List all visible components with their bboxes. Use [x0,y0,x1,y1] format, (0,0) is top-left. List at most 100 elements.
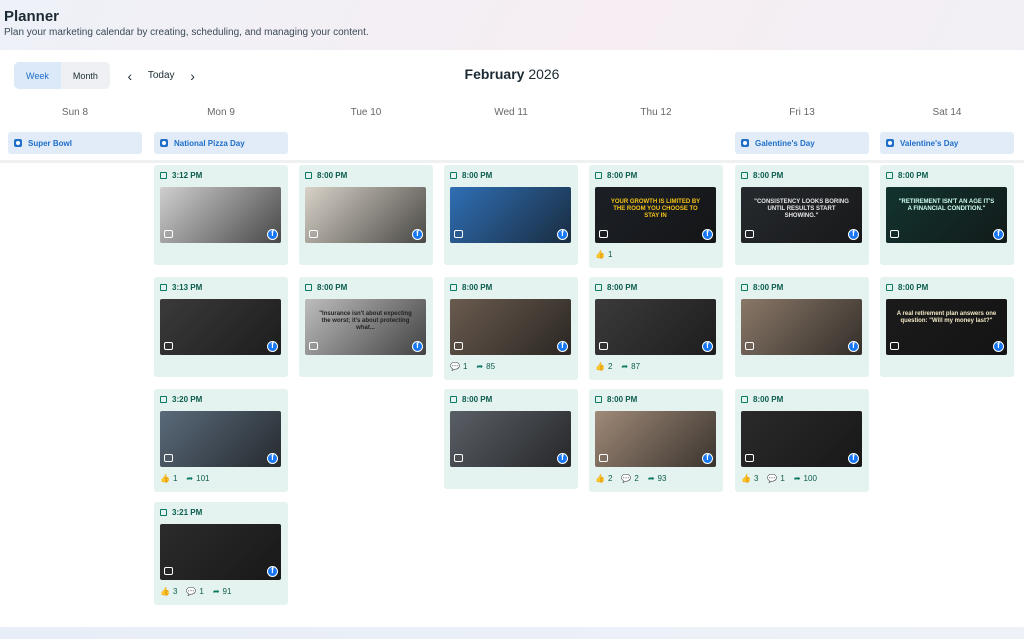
scheduled-post-card[interactable]: 8:00 PM f [299,165,433,265]
stat-value: 101 [196,474,210,483]
scheduled-post-card[interactable]: 8:00 PM "Insurance isn't about expecting … [299,277,433,377]
scheduled-post-card[interactable]: 8:00 PM f [735,277,869,377]
post-type-icon [160,509,167,516]
day-header-4: Thu 12 [640,107,672,118]
stat-shares: ➦ 91 [213,587,232,596]
post-time-label: 3:20 PM [172,395,203,404]
post-stats: 👍 2 ➦ 87 [595,362,649,371]
holiday-event[interactable]: Galentine's Day [735,132,869,154]
carousel-icon [599,230,608,238]
day-header-3: Wed 11 [494,107,528,118]
chevron-right-icon[interactable]: › [183,68,203,84]
facebook-icon: f [557,453,568,464]
holiday-event-label: National Pizza Day [174,138,245,148]
post-thumbnail[interactable]: f [160,299,281,355]
page-title: Planner [4,8,60,25]
scheduled-post-card[interactable]: 8:00 PM f 👍 3 💬 1 ➦ 100 [735,389,869,492]
scheduled-post-card[interactable]: 3:13 PM f [154,277,288,377]
stat-value: 1 [199,587,204,596]
stat-comments: 💬 1 [186,587,203,596]
share-icon: ➦ [621,362,629,371]
scheduled-post-card[interactable]: 8:00 PM f 💬 1 ➦ 85 [444,277,578,380]
post-thumbnail[interactable]: f [160,524,281,580]
post-thumbnail[interactable]: "RETIREMENT ISN'T AN AGE IT'S A FINANCIA… [886,187,1007,243]
post-thumbnail[interactable]: f [160,187,281,243]
stat-shares: ➦ 100 [794,474,817,483]
stat-value: 91 [222,587,232,596]
holiday-event[interactable]: Valentine's Day [880,132,1014,154]
scheduled-post-card[interactable]: 3:20 PM f 👍 1 ➦ 101 [154,389,288,492]
post-time-label: 8:00 PM [317,171,348,180]
post-thumbnail[interactable]: f [305,187,426,243]
post-stats: 👍 3 💬 1 ➦ 91 [160,587,240,596]
post-time: 8:00 PM [305,283,347,292]
facebook-icon: f [702,341,713,352]
share-icon: ➦ [793,474,801,483]
holiday-event[interactable]: Super Bowl [8,132,142,154]
stat-likes: 👍 1 [595,250,612,259]
post-type-icon [160,284,167,291]
facebook-icon: f [702,453,713,464]
post-time: 8:00 PM [886,171,928,180]
post-thumbnail[interactable]: "CONSISTENCY LOOKS BORING UNTIL RESULTS … [741,187,862,243]
scheduled-post-card[interactable]: 3:12 PM f [154,165,288,265]
like-icon: 👍 [741,474,751,483]
day-header-0: Sun 8 [61,107,89,118]
post-thumbnail[interactable]: f [741,299,862,355]
post-thumbnail[interactable]: f [450,411,571,467]
month-view-button[interactable]: Month [61,62,110,89]
like-icon: 👍 [595,362,605,371]
post-time: 8:00 PM [450,395,492,404]
day-header-5: Fri 13 [789,107,815,118]
post-thumbnail[interactable]: YOUR GROWTH IS LIMITED BY THE ROOM YOU C… [595,187,716,243]
carousel-icon [164,230,173,238]
facebook-icon: f [267,341,278,352]
reel-icon [454,342,463,350]
holiday-event-label: Valentine's Day [900,138,959,148]
post-thumbnail[interactable]: f [741,411,862,467]
post-thumbnail[interactable]: f [450,187,571,243]
chevron-left-icon[interactable]: ‹ [120,68,140,84]
post-stats: 👍 1 [595,250,621,259]
carousel-icon [745,342,754,350]
calendar-panel: February 2026 Week Month ‹ Today › Sun 8… [0,50,1024,627]
scheduled-post-card[interactable]: 8:00 PM f 👍 2 ➦ 87 [589,277,723,380]
post-thumbnail[interactable]: "Insurance isn't about expecting the wor… [305,299,426,355]
post-thumbnail[interactable]: f [450,299,571,355]
holiday-event[interactable]: National Pizza Day [154,132,288,154]
post-stats: 👍 2 💬 2 ➦ 93 [595,474,675,483]
post-thumbnail[interactable]: f [160,411,281,467]
facebook-icon: f [848,229,859,240]
facebook-icon: f [412,229,423,240]
stat-shares: ➦ 85 [476,362,495,371]
post-thumbnail[interactable]: f [595,411,716,467]
post-type-icon [595,172,602,179]
calendar-event-icon [886,139,894,147]
bottom-edge [0,627,1024,639]
post-type-icon [160,396,167,403]
week-view-button[interactable]: Week [14,62,61,89]
stat-value: 2 [607,362,613,371]
post-time-label: 8:00 PM [753,395,784,404]
scheduled-post-card[interactable]: 8:00 PM "RETIREMENT ISN'T AN AGE IT'S A F… [880,165,1014,265]
post-thumbnail[interactable]: f [595,299,716,355]
holiday-event-label: Super Bowl [28,138,73,148]
post-thumbnail[interactable]: A real retirement plan answers one quest… [886,299,1007,355]
scheduled-post-card[interactable]: 3:21 PM f 👍 3 💬 1 ➦ 91 [154,502,288,605]
like-icon: 👍 [160,587,170,596]
scheduled-post-card[interactable]: 8:00 PM f [444,165,578,265]
post-time-label: 8:00 PM [898,171,929,180]
carousel-icon [890,230,899,238]
today-button[interactable]: Today [148,70,175,81]
post-time-label: 3:12 PM [172,171,203,180]
scheduled-post-card[interactable]: 8:00 PM f 👍 2 💬 2 ➦ 93 [589,389,723,492]
scheduled-post-card[interactable]: 8:00 PM f [444,389,578,489]
scheduled-post-card[interactable]: 8:00 PM YOUR GROWTH IS LIMITED BY THE ROO… [589,165,723,268]
scheduled-post-card[interactable]: 8:00 PM "CONSISTENCY LOOKS BORING UNTIL R… [735,165,869,265]
post-time-label: 8:00 PM [462,395,493,404]
comment-icon: 💬 [450,362,460,371]
stat-shares: ➦ 93 [648,474,667,483]
stat-shares: ➦ 101 [186,474,209,483]
calendar-event-icon [160,139,168,147]
scheduled-post-card[interactable]: 8:00 PM A real retirement plan answers on… [880,277,1014,377]
